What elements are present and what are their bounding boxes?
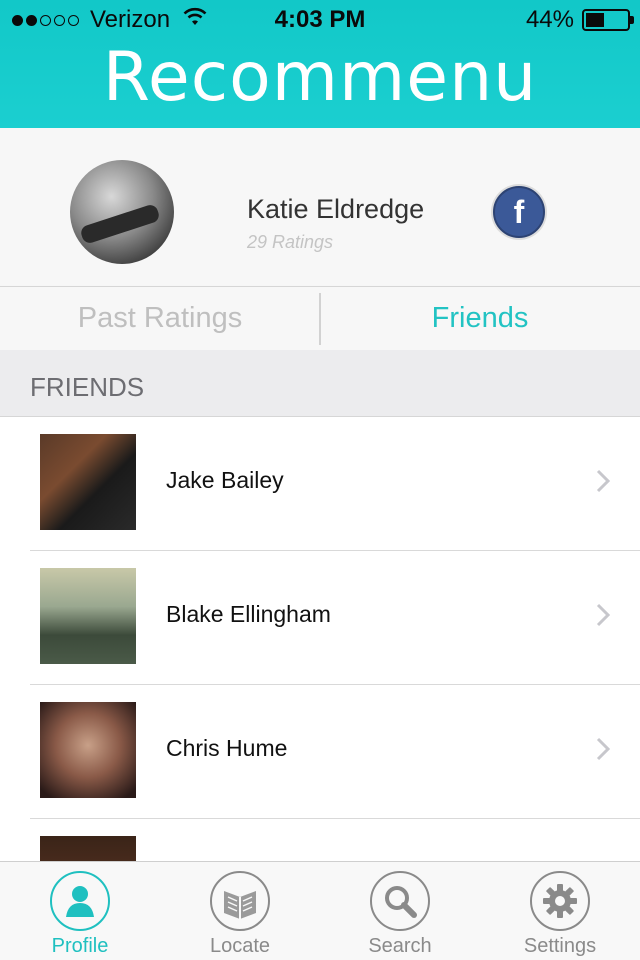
friends-list: Jake Bailey Blake Ellingham Chris Hume [0,417,640,861]
battery-icon [582,9,634,31]
tabbar-item-profile[interactable]: Profile [0,862,160,960]
profile-tabs: Past Ratings Friends [0,286,640,350]
profile-card: Katie Eldredge 29 Ratings f [0,128,640,286]
chevron-right-icon [596,603,610,627]
tabbar-label: Settings [523,935,597,957]
battery-percent: 44% [525,6,574,33]
list-item[interactable]: Chris Hume [0,685,640,819]
chevron-right-icon [596,469,610,493]
tab-friends[interactable]: Friends [320,287,640,350]
friend-avatar [40,434,136,530]
tab-divider [319,293,321,345]
magnifier-icon [370,871,430,931]
person-icon [50,871,110,931]
friend-avatar [40,836,136,861]
friend-avatar [40,702,136,798]
friend-name: Blake Ellingham [166,601,331,627]
tabbar-label: Locate [209,935,271,957]
list-item[interactable]: Blake Ellingham [0,551,640,685]
battery-fill [586,13,604,27]
chevron-right-icon [596,737,610,761]
section-title: FRIENDS [30,372,145,402]
gear-icon [530,871,590,931]
friend-name: Jake Bailey [166,467,284,493]
friend-avatar [40,568,136,664]
tabbar-label: Profile [51,935,109,957]
bottom-tab-bar: Profile Locate Search Settings [0,861,640,960]
tabbar-item-locate[interactable]: Locate [160,862,320,960]
tabbar-item-search[interactable]: Search [320,862,480,960]
list-item[interactable]: Jake Bailey [0,417,640,551]
profile-name: Katie Eldredge [247,194,425,224]
app-logo: Recommenu [102,38,538,117]
tabbar-item-settings[interactable]: Settings [480,862,640,960]
profile-avatar[interactable] [70,160,174,264]
book-icon [210,871,270,931]
status-right: 44% [525,6,634,34]
section-header: FRIENDS [0,350,640,417]
app-header: Verizon 4:03 PM 44% Recommenu [0,0,640,128]
friend-name: Chris Hume [166,735,288,761]
facebook-icon[interactable]: f [493,186,545,238]
status-bar: Verizon 4:03 PM 44% [0,0,640,40]
list-item[interactable] [0,819,640,861]
tab-past-ratings[interactable]: Past Ratings [0,287,320,350]
tabbar-label: Search [368,935,432,957]
profile-ratings-count: 29 Ratings [247,232,334,252]
